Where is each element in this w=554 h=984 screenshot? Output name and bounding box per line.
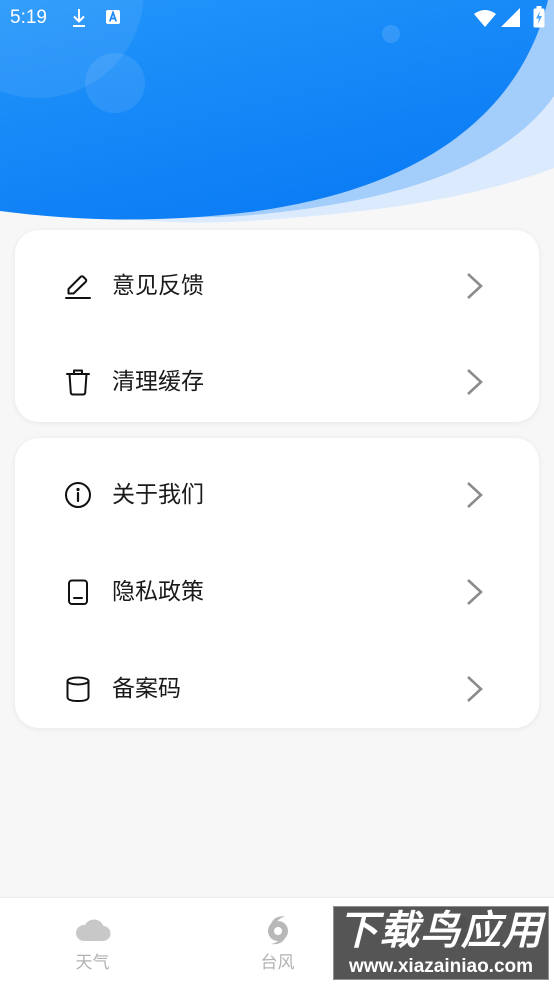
nav-label: 天气 — [75, 953, 110, 973]
chevron-right-icon — [465, 578, 485, 606]
cellular-signal-icon — [501, 8, 520, 27]
status-time: 5:19 — [10, 7, 47, 28]
decor-circle-medium — [85, 53, 145, 113]
cloud-icon — [75, 919, 111, 941]
menu-item-clear-cache[interactable]: 清理缓存 — [15, 334, 539, 430]
menu-item-label: 隐私政策 — [112, 578, 204, 605]
watermark-url: www.xiazainiao.com — [348, 956, 534, 977]
app-notification-icon — [106, 10, 120, 24]
chevron-right-icon — [465, 675, 485, 703]
menu-item-feedback[interactable]: 意见反馈 — [15, 238, 539, 334]
settings-group-about: 关于我们 隐私政策 备案码 — [15, 438, 539, 728]
info-icon — [64, 481, 92, 509]
chevron-right-icon — [465, 272, 485, 300]
menu-item-label: 关于我们 — [112, 481, 204, 508]
download-icon — [73, 9, 85, 27]
trash-icon — [64, 368, 92, 396]
menu-item-record-code[interactable]: 备案码 — [15, 640, 539, 737]
document-icon — [64, 578, 92, 606]
status-bar: 5:19 — [0, 0, 554, 36]
watermark-title: 下载鸟应用 — [338, 908, 543, 954]
wifi-icon — [474, 10, 496, 27]
menu-item-label: 清理缓存 — [112, 369, 204, 395]
edit-icon — [64, 272, 92, 300]
menu-item-privacy-policy[interactable]: 隐私政策 — [15, 543, 539, 640]
settings-group-feedback: 意见反馈 清理缓存 — [15, 230, 539, 422]
chevron-right-icon — [465, 481, 485, 509]
menu-item-label: 意见反馈 — [112, 273, 204, 299]
battery-charging-icon — [533, 6, 545, 28]
chevron-right-icon — [465, 368, 485, 396]
nav-item-weather[interactable]: 天气 — [0, 898, 185, 984]
database-icon — [64, 675, 92, 703]
typhoon-icon — [263, 915, 293, 945]
watermark: 下载鸟应用 www.xiazainiao.com — [333, 906, 549, 980]
menu-item-label: 备案码 — [112, 675, 181, 702]
menu-item-about-us[interactable]: 关于我们 — [15, 446, 539, 543]
